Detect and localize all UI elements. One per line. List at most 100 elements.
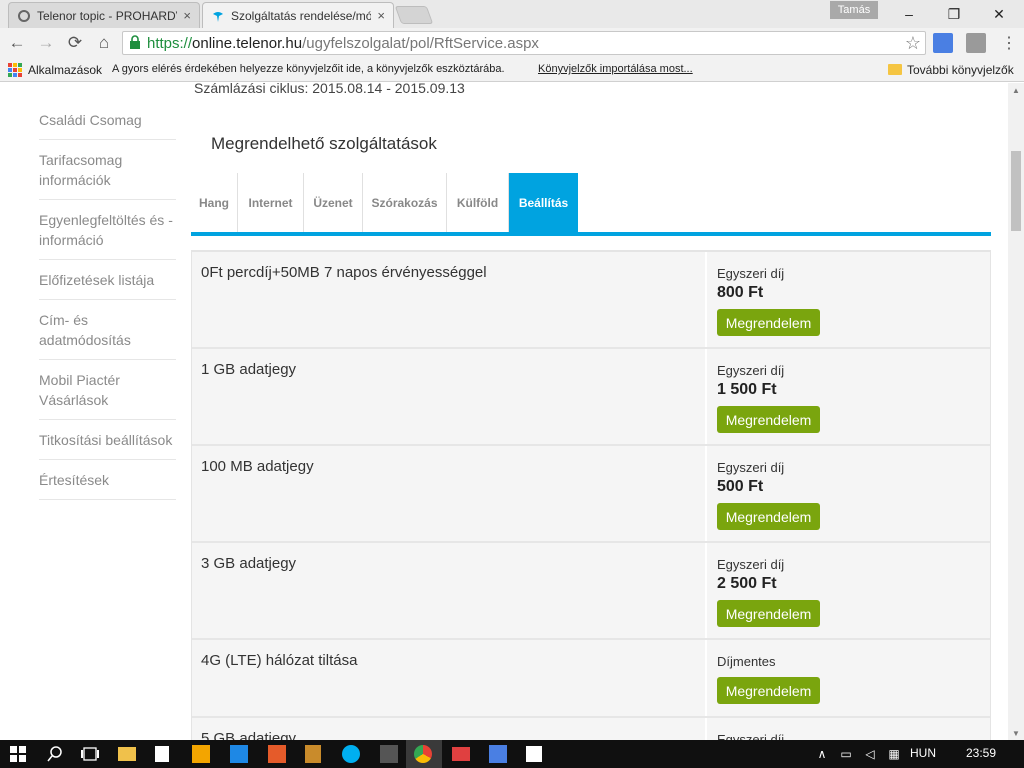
service-name: 4G (LTE) hálózat tiltása [201,652,358,669]
profile-user-badge[interactable]: Tamás [830,1,878,19]
service-list: 0Ft percdíj+50MB 7 napos érvényességgel … [191,250,991,740]
page-viewport: Családi Csomag Tarifacsomag információk … [0,83,1008,740]
close-window-icon[interactable]: ✕ [976,0,1022,28]
home-icon[interactable]: ⌂ [93,32,115,54]
sidebar-item-egyenlegfeltoltes[interactable]: Egyenlegfeltöltés és -információ [39,210,176,250]
close-tab-icon[interactable]: × [183,8,191,23]
service-row: 1 GB adatjegy Egyszeri díj 1 500 Ft Megr… [192,349,990,446]
price-value: 2 500 Ft [717,575,777,592]
back-arrow-icon[interactable]: ← [6,32,28,54]
translate-extension-icon[interactable] [933,33,953,53]
tab-uzenet[interactable]: Üzenet [304,173,363,232]
sidebar-divider [39,499,176,500]
close-tab-icon[interactable]: × [377,8,385,23]
price-label: Díjmentes [717,654,776,669]
clock[interactable]: 23:59 [966,746,996,760]
price-label: Egyszeri díj [717,460,785,475]
app-icon[interactable] [268,745,286,763]
windows-start-icon[interactable] [8,744,28,764]
chrome-icon[interactable] [414,745,432,763]
keyboard-icon[interactable]: ▦ [884,744,904,764]
media-player-icon[interactable] [192,745,210,763]
search-icon[interactable] [45,744,65,764]
tab-internet[interactable]: Internet [238,173,304,232]
bookmarks-hint: A gyors elérés érdekében helyezze könyvj… [112,63,505,75]
address-bar[interactable]: https://online.telenor.hu/ugyfelszolgala… [122,31,926,55]
order-button[interactable]: Megrendelem [717,503,820,530]
service-name: 100 MB adatjegy [201,458,314,475]
price-value: 500 Ft [717,478,764,495]
bookmark-star-icon[interactable]: ☆ [905,33,921,54]
url-scheme: https:// [147,34,193,52]
scroll-thumb[interactable] [1011,151,1021,231]
service-name: 0Ft percdíj+50MB 7 napos érvényességgel [201,264,487,281]
sidebar-item-mobil-piacter[interactable]: Mobil Piactér Vásárlások [39,370,176,410]
apps-grid-icon[interactable] [8,63,22,77]
game-icon[interactable] [380,745,398,763]
sidebar-item-csaladi-csomag[interactable]: Családi Csomag [39,110,176,130]
file-explorer-icon[interactable] [118,747,136,761]
language-indicator[interactable]: HUN [910,746,936,760]
tab-kulfold[interactable]: Külföld [447,173,509,232]
price-label: Egyszeri díj [717,557,785,572]
gmail-extension-icon[interactable] [966,33,986,53]
browser-tab-title: Telenor topic - PROHARDVER! [37,8,177,23]
price-column: Díjmentes Megrendelem [705,640,990,716]
reload-icon[interactable]: ⟳ [64,32,86,54]
order-button[interactable]: Megrendelem [717,309,820,336]
sidebar-divider [39,139,176,140]
calculator-icon[interactable] [526,746,542,762]
minimize-icon[interactable]: – [886,0,932,28]
mail-icon[interactable] [452,747,470,761]
network-icon[interactable]: ▭ [836,744,856,764]
skype-icon[interactable] [342,745,360,763]
tab-hang[interactable]: Hang [191,173,238,232]
price-column: Egyszeri díj 800 Ft Megrendelem [705,252,990,347]
import-bookmarks-link[interactable]: Könyvjelzők importálása most... [538,63,693,75]
internet-explorer-icon[interactable] [230,745,248,763]
translate-icon[interactable] [489,745,507,763]
order-button[interactable]: Megrendelem [717,600,820,627]
scroll-down-icon[interactable]: ▼ [1008,726,1024,740]
url-host: online.telenor.hu [192,34,303,52]
tab-beallitas[interactable]: Beállítás [509,173,578,232]
forward-arrow-icon[interactable]: → [35,32,57,54]
sidebar-item-elofizetesek[interactable]: Előfizetések listája [39,270,176,290]
browser-tab-telenor[interactable]: Szolgáltatás rendelése/módosítása × [202,2,394,28]
price-column: Egyszeri díj 2 500 Ft Megrendelem [705,543,990,638]
order-button[interactable]: Megrendelem [717,406,820,433]
telenor-favicon-icon [211,9,225,23]
service-name: 5 GB adatjegy [201,730,297,740]
task-view-icon[interactable] [80,744,100,764]
menu-icon[interactable]: ⋮ [998,32,1020,54]
new-tab-button[interactable] [394,6,434,24]
browser-tab-prohardver[interactable]: Telenor topic - PROHARDVER! × [8,2,200,28]
tab-szorakozas[interactable]: Szórakozás [363,173,447,232]
archive-icon[interactable] [305,745,321,763]
other-bookmarks-label: További könyvjelzők [907,63,1014,77]
url-path: /ugyfelszolgalat/pol/RftService.aspx [302,34,539,52]
volume-icon[interactable]: ◁ [860,744,880,764]
store-icon[interactable] [155,746,169,762]
maximize-icon[interactable]: ❐ [931,0,977,28]
browser-tab-title: Szolgáltatás rendelése/módosítása [231,8,372,23]
forum-favicon-icon [17,9,31,23]
sidebar-item-titkositasi[interactable]: Titkosítási beállítások [39,430,176,450]
tabs-underline [191,232,991,236]
order-button[interactable]: Megrendelem [717,677,820,704]
apps-bookmark[interactable]: Alkalmazások [28,63,102,77]
sidebar-divider [39,459,176,460]
show-hidden-icons-icon[interactable]: ∧ [812,744,832,764]
page-scrollbar[interactable]: ▲ ▼ [1008,83,1024,740]
browser-toolbar: ← → ⟳ ⌂ https://online.telenor.hu/ugyfel… [0,28,1024,58]
price-value: 800 Ft [717,284,764,301]
sidebar-item-ertesitesek[interactable]: Értesítések [39,470,176,490]
sidebar-item-cim-adatmodositas[interactable]: Cím- és adatmódosítás [39,310,176,350]
scroll-up-icon[interactable]: ▲ [1008,83,1024,97]
secure-lock-icon [129,34,141,52]
price-label: Egyszeri díj [717,732,785,740]
other-bookmarks[interactable]: További könyvjelzők [888,63,1014,77]
service-name: 3 GB adatjegy [201,555,297,572]
sidebar-item-tarifacsomag[interactable]: Tarifacsomag információk [39,150,176,190]
service-row: 100 MB adatjegy Egyszeri díj 500 Ft Megr… [192,446,990,543]
